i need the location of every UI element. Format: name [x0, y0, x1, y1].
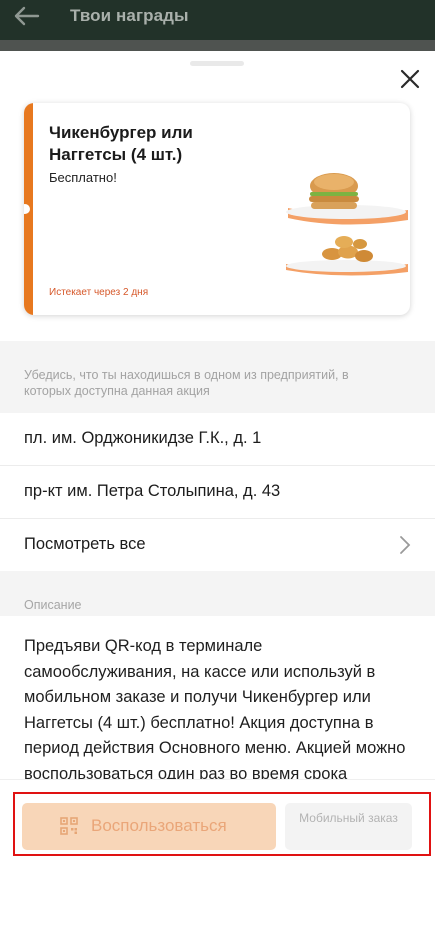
use-reward-label: Воспользоваться	[91, 816, 227, 835]
close-icon[interactable]	[396, 65, 424, 93]
product-image	[286, 173, 408, 276]
arrow-left-icon[interactable]	[10, 2, 42, 30]
description-section-header: Описание	[0, 571, 435, 616]
mobile-order-label: Мобильный заказ	[299, 811, 398, 825]
location-address: пл. им. Орджоникидзе Г.К., д. 1	[24, 429, 262, 447]
app-bar-shadow	[0, 40, 435, 51]
location-note: Убедись, что ты находишься в одном из пр…	[0, 341, 435, 413]
reward-price: Бесплатно!	[49, 170, 117, 185]
location-address: пр-кт им. Петра Столыпина, д. 43	[24, 482, 281, 500]
reward-expiry: Истекает через 2 дня	[49, 287, 149, 298]
qr-code-icon	[60, 817, 78, 835]
use-reward-button[interactable]: Воспользоваться	[22, 803, 276, 850]
description-label: Описание	[24, 598, 82, 612]
page-title: Твои награды	[70, 6, 189, 25]
reward-name: Чикенбургер или Наггетсы (4 шт.)	[49, 123, 193, 164]
view-all-locations[interactable]: Посмотреть все	[0, 519, 435, 571]
location-note-text: Убедись, что ты находишься в одном из пр…	[24, 368, 349, 398]
mobile-order-button[interactable]: Мобильный заказ	[285, 803, 412, 850]
chevron-right-icon	[400, 536, 411, 554]
reward-card: Чикенбургер или Наггетсы (4 шт.) Бесплат…	[24, 103, 410, 315]
location-item-1[interactable]: пл. им. Орджоникидзе Г.К., д. 1	[0, 413, 435, 466]
view-all-label: Посмотреть все	[24, 535, 146, 553]
location-item-2[interactable]: пр-кт им. Петра Столыпина, д. 43	[0, 466, 435, 519]
sheet-drag-handle[interactable]	[190, 61, 244, 66]
app-bar: Твои награды	[0, 0, 435, 40]
